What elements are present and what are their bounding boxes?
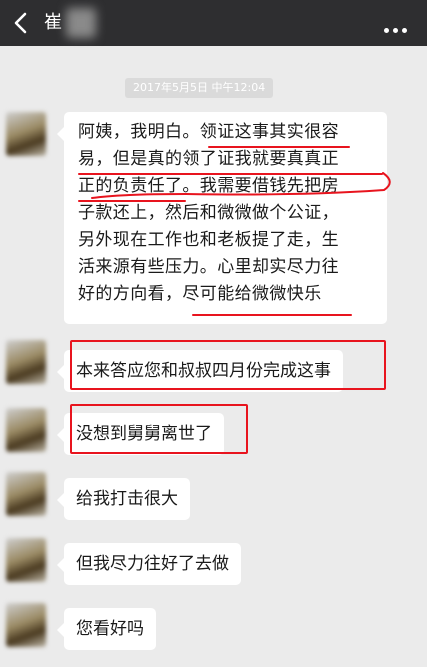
red-box-annotation [70,404,248,454]
red-curve-annotation [91,172,391,199]
red-box-annotation [70,340,386,390]
